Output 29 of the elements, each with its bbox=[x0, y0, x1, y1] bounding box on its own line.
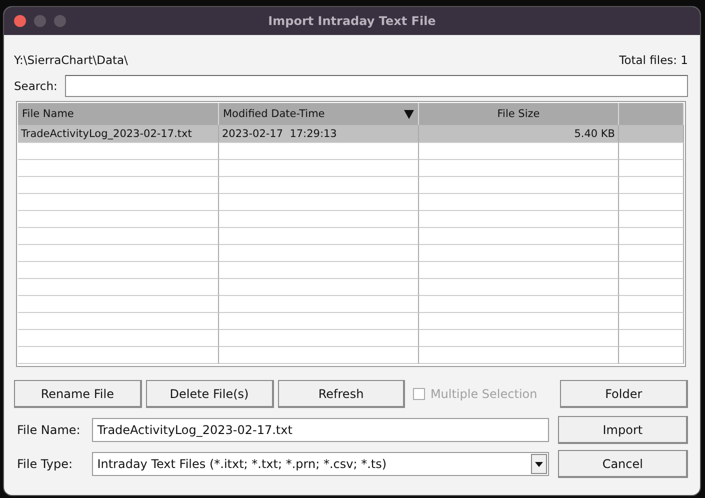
file-type-label: File Type: bbox=[16, 457, 74, 471]
file-name-label: File Name: bbox=[16, 423, 82, 437]
table-cell[interactable]: 2023-02-17 17:29:13 bbox=[219, 125, 419, 143]
action-button[interactable]: Refresh bbox=[278, 380, 406, 408]
folder-path: Y:\SierraChart\Data\ bbox=[14, 53, 128, 67]
column-header[interactable]: Modified Date-Time bbox=[219, 103, 419, 125]
total-files: Total files: 1 bbox=[619, 53, 688, 67]
window-title: Import Intraday Text File bbox=[267, 14, 437, 28]
file-name-field[interactable]: TradeActivityLog_2023-02-17.txt bbox=[92, 418, 550, 442]
search-label: Search: bbox=[14, 79, 58, 93]
folder-button[interactable]: Folder bbox=[560, 380, 688, 408]
search-field[interactable] bbox=[65, 75, 688, 97]
minimize-icon[interactable] bbox=[34, 15, 46, 27]
column-header bbox=[619, 103, 684, 125]
file-type-dropdown[interactable]: Intraday Text Files (*.itxt; *.txt; *.prn; *.csv; *.ts) bbox=[92, 452, 550, 476]
multiple-selection-label: Multiple Selection bbox=[430, 387, 538, 401]
import-button[interactable]: Import bbox=[558, 416, 688, 444]
zoom-icon[interactable] bbox=[54, 15, 66, 27]
table-cell[interactable]: 5.40 KB bbox=[419, 125, 619, 143]
sort-down-icon bbox=[404, 110, 414, 118]
column-header[interactable]: File Size bbox=[419, 103, 619, 125]
column-header[interactable]: File Name bbox=[18, 103, 219, 125]
cancel-button[interactable]: Cancel bbox=[558, 450, 688, 478]
table-cell[interactable]: TradeActivityLog_2023-02-17.txt bbox=[18, 125, 219, 143]
table-cell bbox=[619, 125, 684, 143]
caret-icon bbox=[535, 462, 544, 466]
action-button[interactable]: Rename File bbox=[14, 380, 142, 408]
close-icon[interactable] bbox=[14, 15, 26, 27]
action-button[interactable]: Delete File(s) bbox=[146, 380, 274, 408]
